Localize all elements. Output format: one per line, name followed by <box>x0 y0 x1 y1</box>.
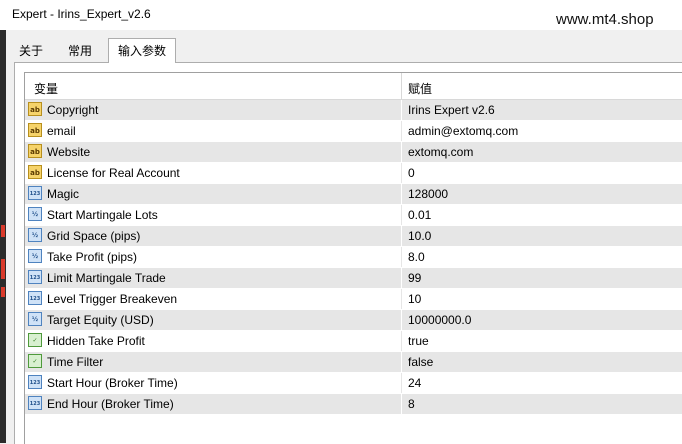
cell-divider <box>401 268 402 288</box>
parameter-name: License for Real Account <box>47 166 180 180</box>
parameter-value[interactable]: Irins Expert v2.6 <box>408 103 495 117</box>
parameter-name: Target Equity (USD) <box>47 313 154 327</box>
parameter-value[interactable]: 10000000.0 <box>408 313 471 327</box>
cell-divider <box>401 184 402 204</box>
double-type-icon: ½ <box>28 207 42 221</box>
cell-divider <box>401 205 402 225</box>
column-header-variable[interactable]: 变量 <box>34 80 58 97</box>
table-row[interactable]: ✓ Hidden Take Profit true <box>25 331 682 352</box>
parameter-value[interactable]: true <box>408 334 429 348</box>
table-row[interactable]: 123 Level Trigger Breakeven 10 <box>25 289 682 310</box>
cell-divider <box>401 100 402 120</box>
parameter-name: Start Martingale Lots <box>47 208 158 222</box>
tab-about[interactable]: 关于 <box>12 41 50 61</box>
parameter-value[interactable]: 128000 <box>408 187 448 201</box>
parameter-name: Copyright <box>47 103 99 117</box>
parameter-value[interactable]: 99 <box>408 271 421 285</box>
table-row[interactable]: 123 Start Hour (Broker Time) 24 <box>25 373 682 394</box>
table-row[interactable]: ab License for Real Account 0 <box>25 163 682 184</box>
table-header: 变量 赋值 <box>25 73 682 100</box>
parameter-name: Website <box>47 145 91 159</box>
string-type-icon: ab <box>28 144 42 158</box>
bool-type-icon: ✓ <box>28 354 42 368</box>
cell-divider <box>401 289 402 309</box>
string-type-icon: ab <box>28 165 42 179</box>
double-type-icon: ½ <box>28 312 42 326</box>
table-row[interactable]: ½ Target Equity (USD) 10000000.0 <box>25 310 682 331</box>
parameter-value[interactable]: 8.0 <box>408 250 425 264</box>
column-header-value[interactable]: 赋值 <box>408 80 432 97</box>
parameter-value[interactable]: 10 <box>408 292 421 306</box>
title-bar: Expert - Irins_Expert_v2.6 www.mt4.shop <box>0 0 682 30</box>
parameter-name: email <box>47 124 76 138</box>
chart-candles <box>0 225 6 315</box>
tab-common[interactable]: 常用 <box>58 41 102 61</box>
cell-divider <box>401 142 402 162</box>
string-type-icon: ab <box>28 102 42 116</box>
parameter-name: Grid Space (pips) <box>47 229 141 243</box>
parameter-value[interactable]: extomq.com <box>408 145 473 159</box>
cell-divider <box>401 163 402 183</box>
double-type-icon: ½ <box>28 249 42 263</box>
parameter-name: Time Filter <box>47 355 104 369</box>
parameter-name: Take Profit (pips) <box>47 250 138 264</box>
table-row[interactable]: ✓ Time Filter false <box>25 352 682 373</box>
table-row[interactable]: 123 End Hour (Broker Time) 8 <box>25 394 682 415</box>
background-chart-strip <box>0 30 6 443</box>
cell-divider <box>401 226 402 246</box>
parameter-name: End Hour (Broker Time) <box>47 397 174 411</box>
parameter-name: Level Trigger Breakeven <box>47 292 178 306</box>
parameter-value[interactable]: 10.0 <box>408 229 431 243</box>
integer-type-icon: 123 <box>28 396 42 410</box>
inputs-table: 变量 赋值 ab Copyright Irins Expert v2.6 ab emai… <box>24 72 682 444</box>
string-type-icon: ab <box>28 123 42 137</box>
parameter-value[interactable]: 8 <box>408 397 415 411</box>
parameter-name: Limit Martingale Trade <box>47 271 166 285</box>
table-row[interactable]: ½ Grid Space (pips) 10.0 <box>25 226 682 247</box>
table-row[interactable]: ½ Take Profit (pips) 8.0 <box>25 247 682 268</box>
parameter-value[interactable]: 24 <box>408 376 421 390</box>
parameter-name: Hidden Take Profit <box>47 334 145 348</box>
watermark-text: www.mt4.shop <box>556 11 654 28</box>
table-row[interactable]: 123 Limit Martingale Trade 99 <box>25 268 682 289</box>
table-row[interactable]: ab Website extomq.com <box>25 142 682 163</box>
integer-type-icon: 123 <box>28 270 42 284</box>
window-title: Expert - Irins_Expert_v2.6 <box>12 7 151 21</box>
parameter-value[interactable]: 0 <box>408 166 415 180</box>
parameter-name: Start Hour (Broker Time) <box>47 376 178 390</box>
cell-divider <box>401 121 402 141</box>
cell-divider <box>401 310 402 330</box>
parameter-value[interactable]: 0.01 <box>408 208 431 222</box>
table-row[interactable]: 123 Magic 128000 <box>25 184 682 205</box>
table-row[interactable]: ½ Start Martingale Lots 0.01 <box>25 205 682 226</box>
parameter-value[interactable]: false <box>408 355 433 369</box>
column-divider[interactable] <box>401 73 402 99</box>
tab-bar: 关于 常用 输入参数 <box>6 38 682 63</box>
cell-divider <box>401 331 402 351</box>
table-body: ab Copyright Irins Expert v2.6 ab email admin… <box>25 100 682 415</box>
cell-divider <box>401 352 402 372</box>
bool-type-icon: ✓ <box>28 333 42 347</box>
cell-divider <box>401 373 402 393</box>
table-row[interactable]: ab Copyright Irins Expert v2.6 <box>25 100 682 121</box>
parameter-value[interactable]: admin@extomq.com <box>408 124 518 138</box>
integer-type-icon: 123 <box>28 375 42 389</box>
double-type-icon: ½ <box>28 228 42 242</box>
parameter-name: Magic <box>47 187 80 201</box>
table-row[interactable]: ab email admin@extomq.com <box>25 121 682 142</box>
integer-type-icon: 123 <box>28 291 42 305</box>
tab-inputs[interactable]: 输入参数 <box>108 38 176 63</box>
cell-divider <box>401 394 402 414</box>
cell-divider <box>401 247 402 267</box>
integer-type-icon: 123 <box>28 186 42 200</box>
